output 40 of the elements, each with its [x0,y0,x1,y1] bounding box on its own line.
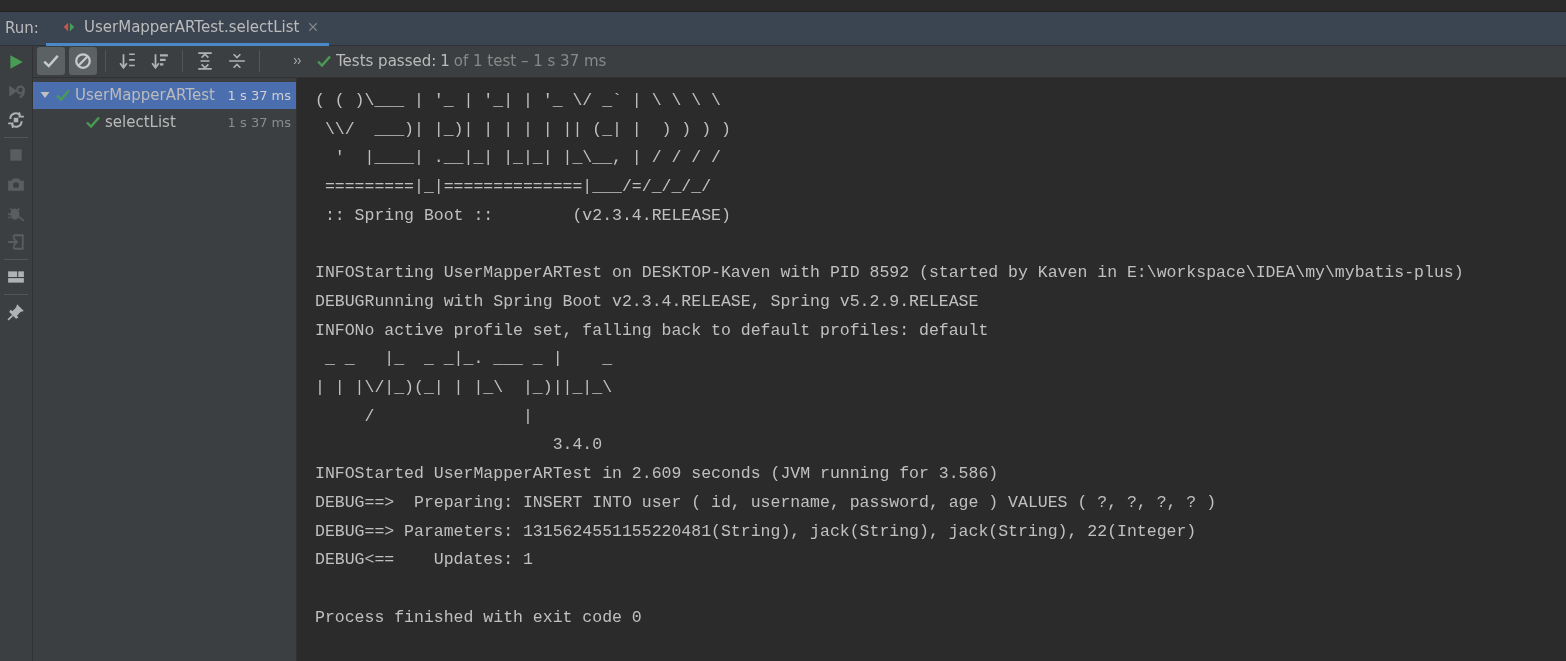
console-line: DEBUG==> Preparing: INSERT INTO user ( id, username, password, age ) VALUES ( ?, ?, ?, ? ) [315,491,1218,514]
status-detail: of 1 test – 1 s 37 ms [453,51,607,73]
passed-count: 1 [440,51,450,73]
close-icon[interactable] [307,21,320,33]
show-ignored-icon [74,52,92,71]
console-line: INFOStarted UserMapperARTest in 2.609 seconds (JVM running for 3.586) [315,463,1000,486]
sort-duration-icon[interactable] [151,52,169,71]
tree-item[interactable]: UserMapperARTest 1 s 37 ms [33,82,296,109]
pin-icon[interactable] [7,303,25,321]
passed-icon [55,87,71,104]
console-line: DEBUGRunning with Spring Boot v2.3.4.RELEASE, Spring v5.2.9.RELEASE [315,290,980,313]
console-line: 3.4.0 [551,434,604,457]
console-line: _ _ |_ _ _|_. ___ _ | _ [323,348,614,371]
console-line: ( ( )\___ | '_ | '_| | '_ \/ _` | \ \ \ \ [315,90,722,112]
collapse-all-icon[interactable] [228,52,246,71]
console-line: INFONo active profile set, falling back to default profiles: default [315,319,990,342]
console-line: DEBUG<== Updates: 1 [315,549,534,572]
show-ignored-toggle[interactable] [69,47,97,76]
expand-all-icon[interactable] [196,52,214,71]
console-line: DEBUG==> Parameters: 1315624551155220481(String), jack(String), jack(String), 22(Integer) [315,520,1198,543]
run-label: Run: [4,18,40,40]
auto-test-icon[interactable] [7,111,25,129]
test-class-icon [62,20,76,34]
layout-icon[interactable] [7,268,25,286]
console-line: | | |\/|_)(_| | |_\ |_)||_|_\ [315,377,614,399]
run-icon[interactable] [7,53,25,71]
passed-icon [85,114,101,131]
console-line: :: Spring Boot :: (v2.3.4.RELEASE) [323,204,732,227]
console-line: \\/ ___)| |_)| | | | | || (_| | ) ) ) ) [323,118,732,141]
console-line: ' |____| .__|_| |_|_| |_\__, | / / / / [333,147,722,170]
console-line: Process finished with exit code 0 [315,606,643,629]
show-passed-toggle[interactable] [37,47,65,76]
console-line: / | [363,405,534,428]
console-line: INFOStarting UserMapperARTest on DESKTOP-Kaven with PID 8592 (started by Kaven in E:\workspace\IDEA\my\mybatis-plus) [315,262,1465,285]
passed-icon [316,53,332,70]
console-line: =========|_|==============|___/=/_/_/_/ [323,176,713,199]
status-label: Tests passed: [336,51,437,73]
tree-item[interactable]: selectList 1 s 37 ms [33,109,296,136]
show-passed-icon [42,52,60,71]
sort-alpha-icon[interactable] [119,52,137,71]
